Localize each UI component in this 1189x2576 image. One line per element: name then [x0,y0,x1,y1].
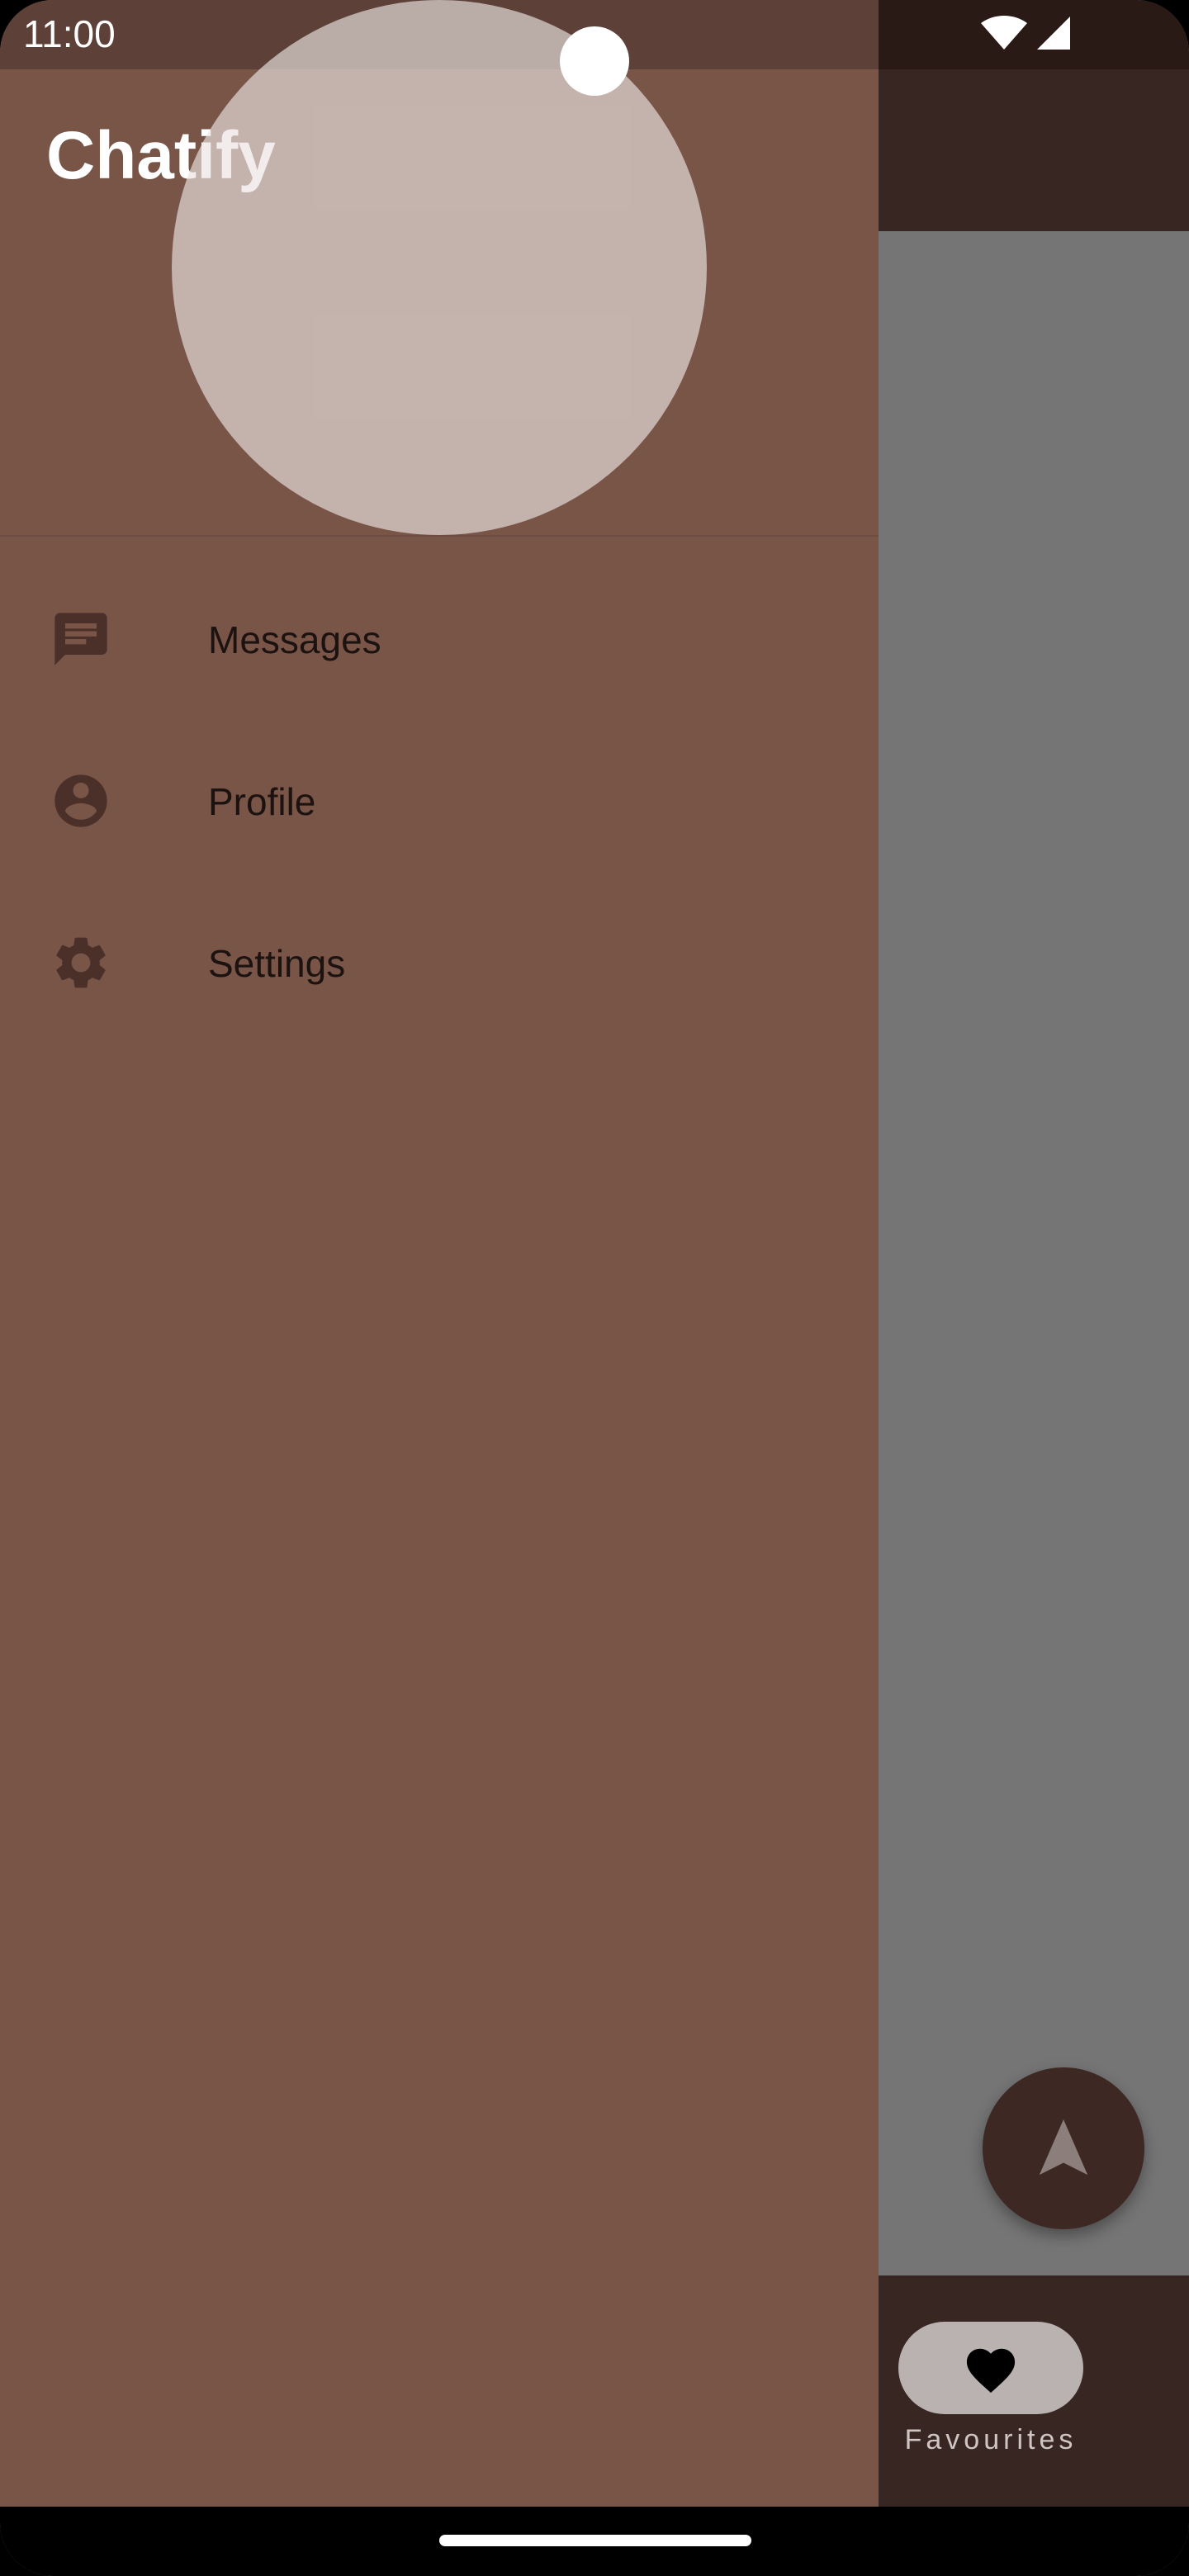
gear-icon [50,931,112,994]
navigation-arrow-icon [1039,2119,1088,2176]
avatar-status-dot [560,26,629,96]
bottom-nav-label-favourites: Favourites [904,2424,1078,2455]
cellular-signal-icon [1037,17,1070,50]
heart-icon [966,2348,1016,2394]
fab-navigate-button[interactable] [983,2067,1144,2229]
status-time: 11:00 [23,12,116,55]
profile-avatar[interactable] [172,0,707,535]
message-icon [50,608,112,670]
screen: Favourites Chatify Messages Profile Sett… [0,0,1189,2576]
home-gesture-handle[interactable] [439,2535,751,2546]
status-icons [979,15,1072,51]
drawer-item-messages[interactable]: Messages [0,558,879,720]
drawer-item-settings[interactable]: Settings [0,882,879,1044]
account-circle-icon [50,769,112,832]
drawer-item-label: Profile [208,780,316,823]
wifi-icon [981,16,1027,50]
drawer-item-label: Settings [208,942,346,985]
drawer-item-label: Messages [208,618,381,661]
drawer-item-profile[interactable]: Profile [0,720,879,882]
bottom-nav-item-favourites[interactable] [898,2322,1083,2414]
navigation-drawer: Chatify Messages Profile Settings [0,0,879,2507]
